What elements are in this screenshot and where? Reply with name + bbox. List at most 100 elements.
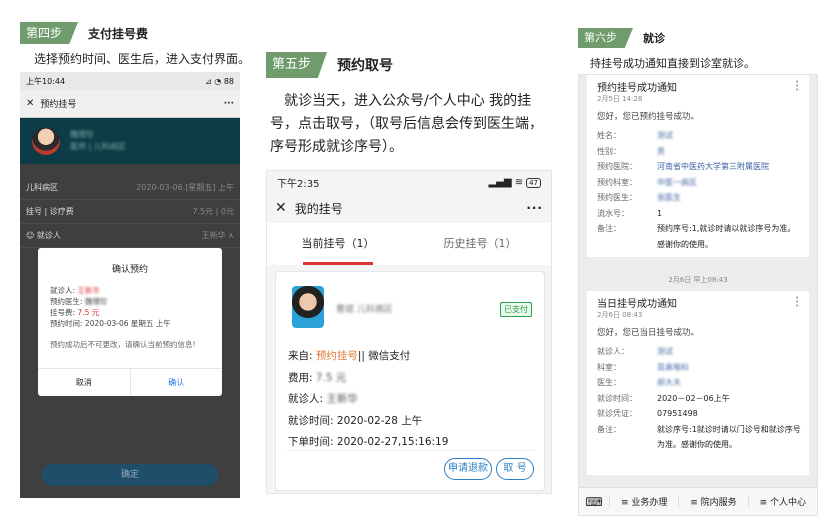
key: 性别： [597, 146, 621, 156]
info-row: 儿科病区 2020-03-06 [星期五] 上午 [20, 176, 240, 200]
paid-badge: 已支付 [500, 302, 532, 317]
refund-button[interactable]: 申请退款 [444, 458, 492, 480]
doctor-info: 魏理珍 医师 | 儿科病区 [70, 129, 126, 153]
value: 王新华 [77, 286, 100, 295]
confirm-button[interactable]: 确认 [129, 369, 223, 396]
close-icon[interactable]: ✕ [275, 200, 287, 216]
menu-personal-center[interactable]: ≡ 个人中心 [747, 495, 817, 508]
submit-button[interactable]: 确定 [42, 464, 218, 486]
step4-desc: 选择预约时间、医生后，进入支付界面。 [34, 52, 251, 66]
battery-icon: 47 [526, 177, 541, 188]
label: 挂号费: [50, 308, 76, 317]
step4-panel: 第四步 支付挂号费 选择预约时间、医生后，进入支付界面。 上午10:44 ⊿ ◔… [0, 0, 252, 532]
step6-desc: 持挂号成功通知直接到诊室就诊。 [590, 57, 755, 70]
step6-panel: 第六步 就诊 持挂号成功通知直接到诊室就诊。 · · · 预约挂号成功通知 2月5日… [566, 0, 824, 532]
suffix: || 微信支付 [357, 350, 411, 362]
cancel-button[interactable]: 取消 [38, 369, 130, 396]
key: 就诊凭证： [597, 409, 637, 418]
notification-date: 2月5日 14:28 [597, 95, 643, 103]
row-label: 就诊人 [36, 231, 61, 240]
keyboard-icon[interactable]: ⌨ [579, 495, 609, 509]
key: 姓名： [597, 131, 621, 140]
key: 备注： [597, 224, 621, 233]
nav-bar: ✕ 预约挂号 ··· [20, 90, 240, 118]
value: 张医生 [657, 193, 681, 202]
row-value: 2020-03-06 [星期五] 上午 [136, 183, 234, 192]
value: 魏理珍 [84, 297, 108, 306]
dialog-row: 挂号费: 7.5 元 [38, 307, 222, 318]
user-icon: ☺ [26, 231, 35, 240]
step5-header: 第五步 预约取号 [266, 52, 393, 78]
dialog-row: 预约医生: 魏理珍 [38, 296, 222, 307]
patient-row: 就诊人: 王新华 [288, 389, 448, 411]
notification-title: 预约挂号成功通知 [597, 83, 677, 94]
key: 就诊人： [597, 347, 629, 356]
status-time: 下午2:35 [277, 178, 320, 190]
info-row: 挂号 | 诊疗费 7.5元 | 0元 [20, 200, 240, 224]
detail-row: 姓名： 测试 [587, 128, 809, 144]
from-row: 来自: 预约挂号|| 微信支付 [288, 346, 448, 368]
key: 备注： [597, 424, 621, 434]
dialog-note: 预约成功后不可更改，请确认当前预约信息! [50, 340, 196, 349]
tab-current[interactable]: 当前挂号（1） [267, 223, 409, 265]
label: 就诊时间: [288, 414, 337, 427]
step6-title: 就诊 [643, 32, 665, 45]
detail-row: 科室： 耳鼻喉科 [587, 360, 809, 376]
label: 预约时间: [50, 319, 83, 328]
status-time: 上午10:44 [26, 76, 66, 86]
visit-time-row: 就诊时间: 2020-02-28 上午 [288, 411, 448, 433]
dialog-title: 确认预约 [111, 265, 148, 275]
take-number-button[interactable]: 取 号 [496, 458, 534, 480]
step5-phone-screenshot: 下午2:35 ▂▄▆ ≋ 47 ✕ 我的挂号 ··· 当前挂号（1） 历史挂号（1… [266, 170, 552, 494]
detail-row: 就诊人： 测试 [587, 344, 809, 360]
close-icon[interactable]: ✕ [26, 98, 34, 109]
more-icon[interactable]: ··· [224, 99, 234, 109]
detail-row: 预约医生： 张医生 [587, 190, 809, 206]
more-icon[interactable]: ··· [795, 294, 799, 312]
status-icons: ▂▄▆ ≋ 47 [488, 177, 541, 188]
tab-bar: 当前挂号（1） 历史挂号（1） [267, 223, 551, 265]
card-info: 来自: 预约挂号|| 微信支付 费用: 7.5 元 就诊人: 王新华 就诊时间:… [288, 346, 448, 454]
doctor-name: 曹斌 儿科病区 [336, 305, 393, 315]
value: 2020-02-28 上午 [336, 414, 423, 427]
step6-header: 第六步 就诊 [578, 28, 665, 48]
notification-title: 当日挂号成功通知 [597, 299, 677, 310]
value: 男 [657, 146, 665, 156]
row-value: 王新华 ∧ [201, 231, 234, 240]
value: 预约挂号 [315, 350, 358, 362]
doctor-avatar [292, 286, 324, 328]
value: 测试 [657, 131, 673, 140]
step5-desc: 就诊当天，进入公众号/个人中心 我的挂号，点击取号，（取号后信息会传到医生端，序… [270, 93, 543, 155]
step5-title: 预约取号 [337, 58, 394, 74]
notification-card: · · · 当日挂号成功通知 2月6日 08:43 您好，您已当日挂号成功。 就诊人… [587, 291, 809, 475]
menu-business[interactable]: ≡ 业务办理 [609, 495, 678, 508]
key: 就诊时间： [597, 393, 637, 403]
step5-panel: 第五步 预约取号 就诊当天，进入公众号/个人中心 我的挂号，点击取号，（取号后信… [258, 0, 554, 532]
key: 医生： [597, 378, 621, 387]
tab-history[interactable]: 历史挂号（1） [409, 223, 551, 265]
notification-date: 2月6日 08:43 [597, 311, 643, 319]
detail-row: 医生： 郝大夫 [587, 375, 809, 391]
menu-hospital-services[interactable]: ≡ 院内服务 [678, 495, 747, 508]
value: 耳鼻喉科 [657, 362, 689, 372]
more-icon[interactable]: ··· [795, 78, 799, 96]
doctor-avatar [32, 127, 60, 155]
row-label: 儿科病区 [26, 183, 58, 192]
value: 郝大夫 [657, 378, 681, 387]
row-value: 7.5元 | 0元 [192, 207, 234, 216]
doctor-dept: 医师 | 儿科病区 [70, 142, 126, 151]
detail-row: 备注： 就诊序号:1就诊时请以门诊号和就诊序号为准。感谢你的使用。 [587, 422, 809, 453]
more-icon[interactable]: ··· [526, 201, 543, 215]
value: 就诊序号:1就诊时请以门诊号和就诊序号为准。感谢你的使用。 [657, 424, 801, 450]
value: 2020-02-27,15:16:19 [336, 436, 449, 448]
doctor-banner: 魏理珍 医师 | 儿科病区 [20, 118, 240, 164]
label: 费用: [288, 371, 316, 384]
label: 就诊人: [288, 393, 327, 405]
detail-row: 流水号： 1 [587, 206, 809, 222]
chat-timestamp: 2月6日 早上08:43 [668, 276, 728, 284]
info-row[interactable]: ☺ 就诊人 王新华 ∧ [20, 224, 240, 248]
detail-row: 性别： 男 [587, 144, 809, 160]
value: 王新华 [326, 393, 358, 405]
detail-row: 备注： 预约序号:1,就诊时请以就诊序号为准。感谢你的使用。 [587, 221, 809, 252]
